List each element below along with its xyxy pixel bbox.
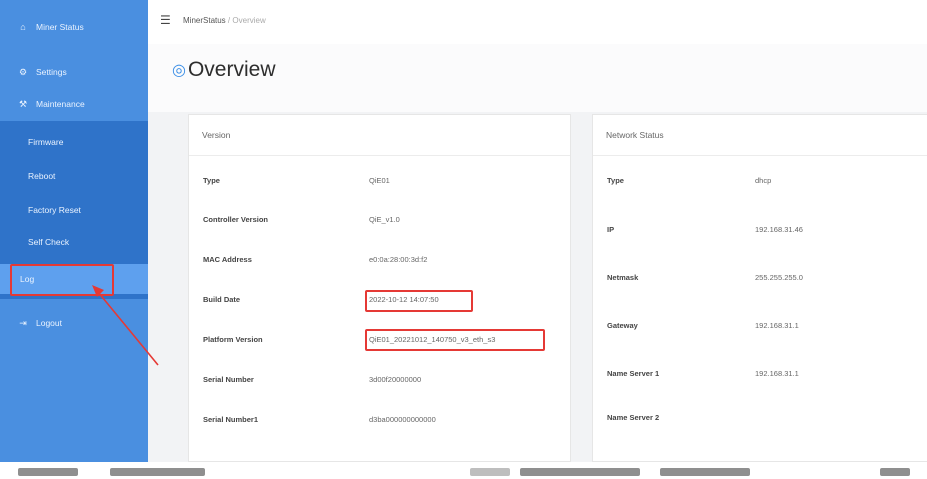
bottom-strip (0, 462, 927, 479)
blurred-text (18, 468, 78, 476)
blurred-text (520, 468, 640, 476)
blurred-text (660, 468, 750, 476)
blurred-text (880, 468, 910, 476)
annotation-arrow (92, 285, 159, 366)
blurred-text (110, 468, 205, 476)
blurred-text (470, 468, 510, 476)
